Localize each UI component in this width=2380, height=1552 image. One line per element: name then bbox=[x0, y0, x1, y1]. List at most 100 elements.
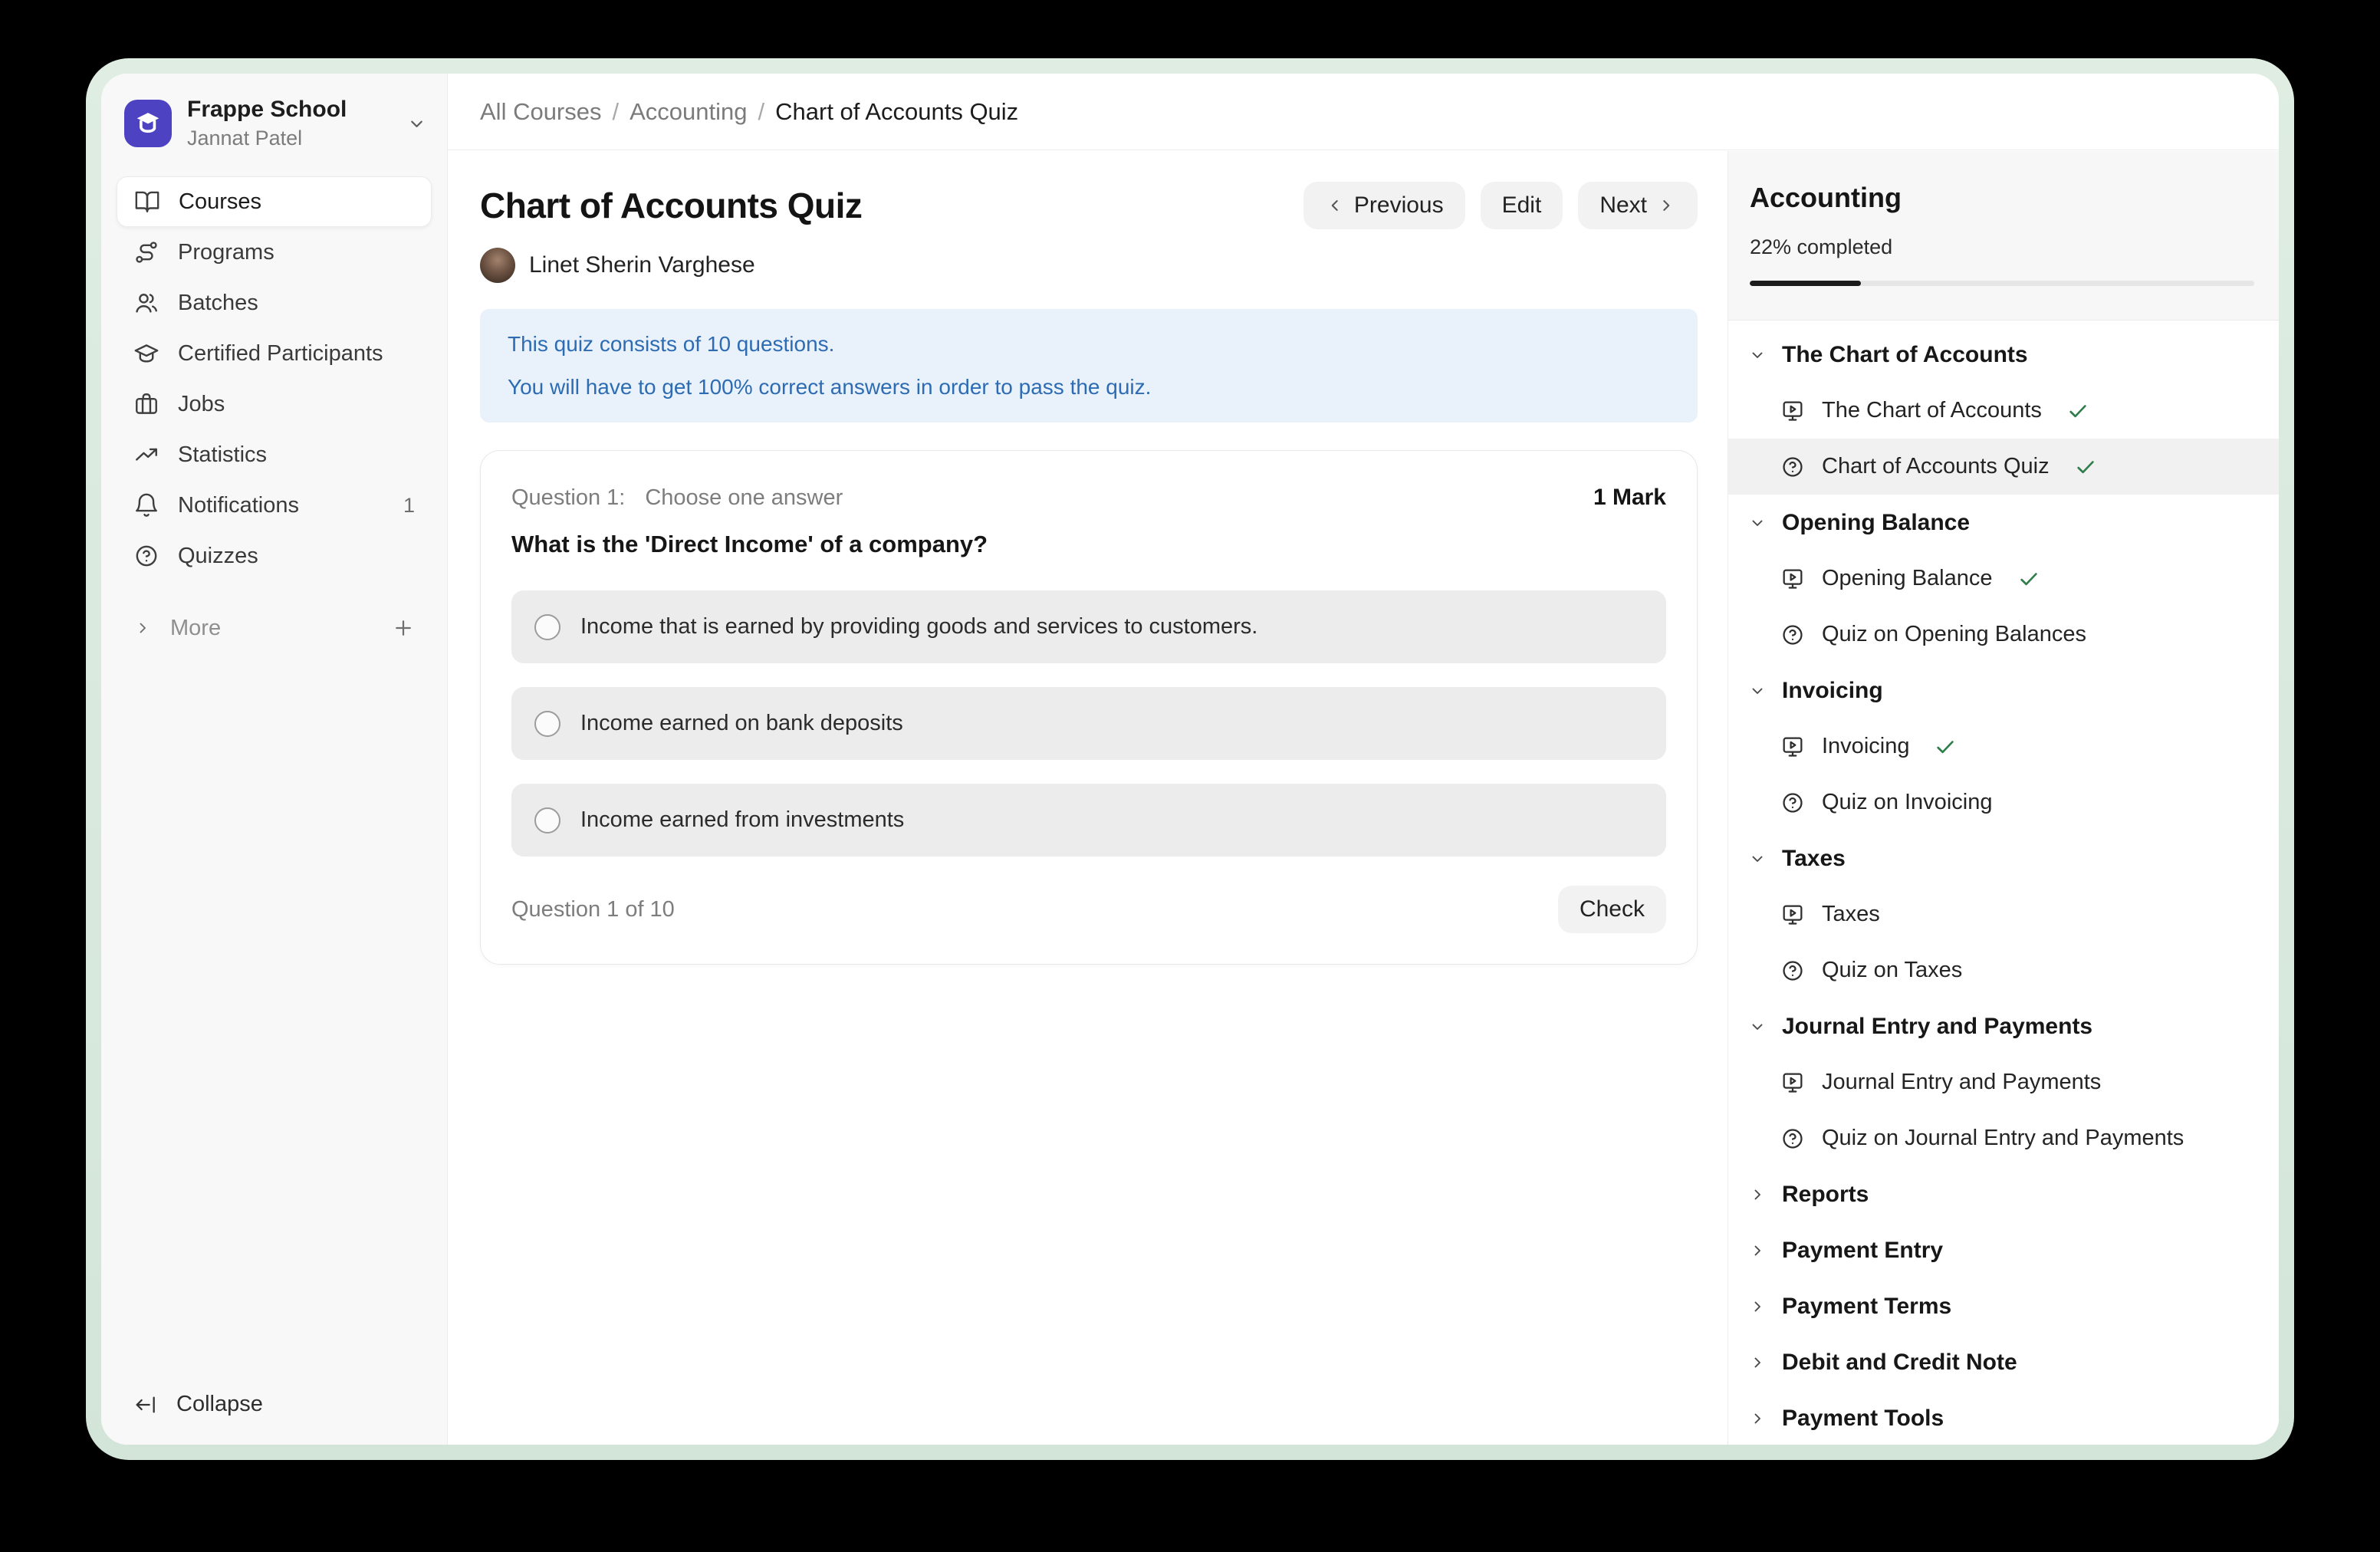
edit-button[interactable]: Edit bbox=[1481, 182, 1563, 229]
course-outline-sidebar: Accounting 22% completed The Chart of Ac… bbox=[1727, 151, 2279, 1445]
outline-chapter-reports[interactable]: Reports bbox=[1728, 1166, 2279, 1222]
breadcrumb-separator: / bbox=[758, 98, 765, 126]
course-title: Accounting bbox=[1750, 182, 2254, 214]
outline-quiz-quiz-on-invoicing[interactable]: Quiz on Invoicing bbox=[1728, 774, 2279, 830]
outline-lesson-the-chart-of-accounts[interactable]: The Chart of Accounts bbox=[1728, 383, 2279, 439]
outline-chapter-label: Payment Entry bbox=[1782, 1238, 1943, 1264]
chevron-right-icon bbox=[133, 619, 152, 637]
monitor-play-icon bbox=[1780, 735, 1805, 759]
outline-quiz-quiz-on-opening-balances[interactable]: Quiz on Opening Balances bbox=[1728, 607, 2279, 663]
radio-button[interactable] bbox=[534, 614, 560, 640]
breadcrumb-item-accounting[interactable]: Accounting bbox=[630, 98, 747, 126]
sidebar-item-label: Batches bbox=[178, 291, 258, 316]
help-circle-icon bbox=[1780, 791, 1805, 815]
outline-chapter-taxes[interactable]: Taxes bbox=[1728, 830, 2279, 886]
answer-option-1[interactable]: Income that is earned by providing goods… bbox=[511, 590, 1666, 663]
outline-chapter-the-chart-of-accounts[interactable]: The Chart of Accounts bbox=[1728, 327, 2279, 383]
options-list: Income that is earned by providing goods… bbox=[511, 590, 1666, 857]
outline-lesson-journal-entry-and-payments[interactable]: Journal Entry and Payments bbox=[1728, 1054, 2279, 1110]
next-label: Next bbox=[1599, 192, 1647, 219]
sidebar-collapse-button[interactable]: Collapse bbox=[101, 1372, 447, 1445]
sidebar-item-batches[interactable]: Batches bbox=[117, 278, 432, 328]
outline-chapter-label: The Chart of Accounts bbox=[1782, 342, 2028, 368]
outline-chapter-opening-balance[interactable]: Opening Balance bbox=[1728, 495, 2279, 551]
outline-lesson-invoicing[interactable]: Invoicing bbox=[1728, 718, 2279, 774]
chevron-right-icon bbox=[1656, 196, 1676, 215]
outline-chapter-payment-tools[interactable]: Payment Tools bbox=[1728, 1390, 2279, 1445]
toolbar: Previous Edit Next bbox=[1303, 182, 1698, 229]
sidebar-item-label: Certified Participants bbox=[178, 341, 383, 367]
outline-chapter-payment-terms[interactable]: Payment Terms bbox=[1728, 1278, 2279, 1334]
check-button[interactable]: Check bbox=[1558, 886, 1666, 933]
question-footer: Question 1 of 10 Check bbox=[511, 886, 1666, 933]
route-icon bbox=[133, 239, 159, 265]
sidebar-item-notifications[interactable]: Notifications1 bbox=[117, 480, 432, 531]
outline-chapter-label: Payment Tools bbox=[1782, 1406, 1944, 1432]
check-label: Check bbox=[1580, 896, 1645, 922]
sidebar-item-courses[interactable]: Courses bbox=[117, 176, 432, 227]
outline-item-label: Invoicing bbox=[1822, 734, 1909, 759]
chevron-down-icon bbox=[1748, 850, 1767, 868]
radio-button[interactable] bbox=[534, 711, 560, 737]
outline-item-label: Taxes bbox=[1822, 902, 1880, 927]
outline-item-label: The Chart of Accounts bbox=[1822, 398, 2042, 423]
more-label: More bbox=[170, 616, 221, 641]
outline-chapter-label: Taxes bbox=[1782, 846, 1846, 872]
breadcrumb-item-all-courses[interactable]: All Courses bbox=[480, 98, 602, 126]
chevron-right-icon bbox=[1748, 1409, 1767, 1428]
radio-button[interactable] bbox=[534, 807, 560, 834]
left-sidebar: Frappe School Jannat Patel Courses Progra… bbox=[101, 74, 448, 1445]
progress-fill bbox=[1750, 281, 1861, 286]
chevron-down-icon bbox=[1748, 514, 1767, 532]
sidebar-item-quizzes[interactable]: Quizzes bbox=[117, 531, 432, 581]
workspace-switcher[interactable]: Frappe School Jannat Patel bbox=[101, 74, 447, 167]
outline-chapter-label: Debit and Credit Note bbox=[1782, 1350, 2017, 1376]
sidebar-item-jobs[interactable]: Jobs bbox=[117, 379, 432, 429]
outline-quiz-chart-of-accounts-quiz[interactable]: Chart of Accounts Quiz bbox=[1728, 439, 2279, 495]
help-circle-icon bbox=[1780, 958, 1805, 983]
top-bar: All Courses/Accounting/Chart of Accounts… bbox=[448, 74, 2279, 150]
help-circle-icon bbox=[1780, 623, 1805, 647]
outline-chapter-invoicing[interactable]: Invoicing bbox=[1728, 663, 2279, 718]
sidebar-nav: Courses Programs Batches Certified Particip… bbox=[101, 167, 447, 581]
breadcrumb: All Courses/Accounting/Chart of Accounts… bbox=[480, 98, 1018, 126]
chevron-down-icon bbox=[1748, 1018, 1767, 1036]
sidebar-item-statistics[interactable]: Statistics bbox=[117, 429, 432, 480]
chevron-down-icon bbox=[1748, 682, 1767, 700]
outline-item-label: Journal Entry and Payments bbox=[1822, 1070, 2101, 1095]
sidebar-item-label: Notifications bbox=[178, 493, 299, 518]
sidebar-item-programs[interactable]: Programs bbox=[117, 227, 432, 278]
sidebar-item-label: Programs bbox=[178, 240, 274, 265]
author-name: Linet Sherin Varghese bbox=[529, 252, 755, 278]
outline-item-label: Quiz on Opening Balances bbox=[1822, 622, 2086, 647]
answer-option-label: Income earned on bank deposits bbox=[580, 711, 903, 736]
chevron-right-icon bbox=[1748, 1353, 1767, 1372]
outline-chapter-label: Opening Balance bbox=[1782, 510, 1970, 536]
sidebar-item-more[interactable]: More bbox=[101, 604, 447, 652]
question-card: Question 1: Choose one answer 1 Mark Wha… bbox=[480, 450, 1698, 965]
outline-chapter-payment-entry[interactable]: Payment Entry bbox=[1728, 1222, 2279, 1278]
next-button[interactable]: Next bbox=[1578, 182, 1698, 229]
plus-icon[interactable] bbox=[392, 617, 415, 640]
outline-item-label: Quiz on Invoicing bbox=[1822, 790, 1992, 815]
app-window-frame: Frappe School Jannat Patel Courses Progra… bbox=[86, 58, 2294, 1460]
outline-chapter-debit-and-credit-note[interactable]: Debit and Credit Note bbox=[1728, 1334, 2279, 1390]
workspace-user: Jannat Patel bbox=[187, 127, 347, 150]
outline-quiz-quiz-on-journal-entry-and-payments[interactable]: Quiz on Journal Entry and Payments bbox=[1728, 1110, 2279, 1166]
chevron-down-icon[interactable] bbox=[406, 113, 427, 134]
outline-lesson-opening-balance[interactable]: Opening Balance bbox=[1728, 551, 2279, 607]
outline-quiz-quiz-on-taxes[interactable]: Quiz on Taxes bbox=[1728, 942, 2279, 998]
sidebar-item-certified-participants[interactable]: Certified Participants bbox=[117, 328, 432, 379]
previous-button[interactable]: Previous bbox=[1303, 182, 1465, 229]
monitor-play-icon bbox=[1780, 399, 1805, 423]
answer-option-2[interactable]: Income earned on bank deposits bbox=[511, 687, 1666, 760]
answer-option-3[interactable]: Income earned from investments bbox=[511, 784, 1666, 857]
progress-bar bbox=[1750, 281, 2254, 286]
outline-lesson-taxes[interactable]: Taxes bbox=[1728, 886, 2279, 942]
workspace-name: Frappe School bbox=[187, 97, 347, 123]
graduation-cap-logo-icon bbox=[131, 107, 165, 140]
question-label: Question 1: bbox=[511, 485, 625, 511]
outline-chapter-journal-entry-and-payments[interactable]: Journal Entry and Payments bbox=[1728, 998, 2279, 1054]
page-header: Chart of Accounts Quiz Previous Edit Nex… bbox=[480, 182, 1698, 229]
banner-line: This quiz consists of 10 questions. bbox=[508, 332, 1670, 357]
